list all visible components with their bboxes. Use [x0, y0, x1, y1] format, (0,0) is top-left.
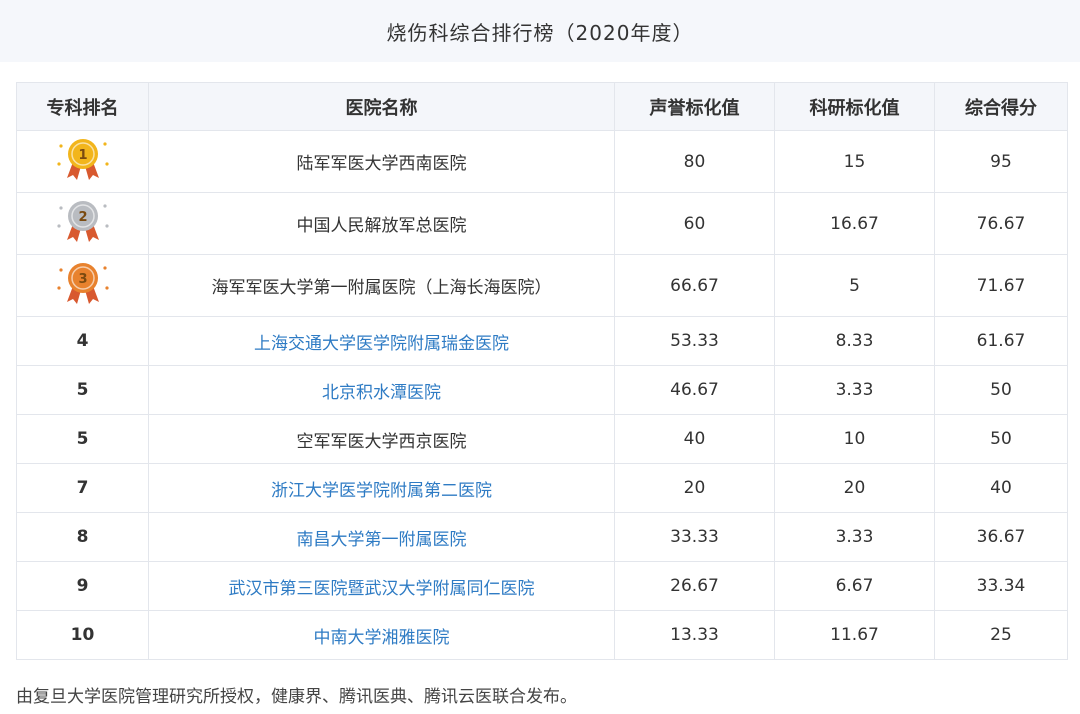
reputation-cell: 80 [614, 130, 775, 193]
table-row: 7 浙江大学医学院附属第二医院 20 20 40 [16, 463, 1068, 513]
hospital-name: 陆军军医大学西南医院 [296, 154, 467, 174]
hospital-name: 空军军医大学西京医院 [296, 431, 467, 452]
table-row: 10 中南大学湘雅医院 13.33 11.67 25 [16, 610, 1068, 660]
hospital-name-cell[interactable]: 武汉市第三医院暨武汉大学附属同仁医院 [148, 561, 615, 611]
hospital-link[interactable]: 中南大学湘雅医院 [314, 628, 450, 648]
header-research: 科研标化值 [774, 82, 935, 131]
rank-cell: 8 [16, 512, 149, 562]
score-cell: 50 [934, 365, 1068, 415]
ranking-table: 专科排名 医院名称 声誉标化值 科研标化值 综合得分 1 陆军军医大学西南医院 80… [16, 82, 1068, 660]
score-cell: 33.34 [934, 561, 1068, 611]
header-hospital: 医院名称 [148, 82, 615, 131]
rank-cell: 5 [16, 414, 149, 464]
table-row: 4 上海交通大学医学院附属瑞金医院 53.33 8.33 61.67 [16, 316, 1068, 366]
rank-number: 4 [76, 331, 89, 351]
score-cell: 50 [934, 414, 1068, 464]
score-cell: 25 [934, 610, 1068, 660]
page-title: 烧伤科综合排行榜（2020年度） [386, 20, 694, 45]
medal-rank-number: 3 [78, 272, 87, 287]
reputation-cell: 46.67 [614, 365, 775, 415]
rank-number: 8 [76, 527, 89, 547]
silver-medal-icon: 2 [51, 196, 115, 246]
rank-number: 10 [70, 625, 95, 645]
research-cell: 3.33 [774, 512, 935, 562]
research-cell: 15 [774, 130, 935, 193]
score-cell: 95 [934, 130, 1068, 193]
reputation-cell: 20 [614, 463, 775, 513]
header-reputation: 声誉标化值 [614, 82, 775, 131]
score-cell: 40 [934, 463, 1068, 513]
table-row: 5 空军军医大学西京医院 40 10 50 [16, 414, 1068, 464]
hospital-name-cell[interactable]: 中南大学湘雅医院 [148, 610, 615, 660]
reputation-cell: 33.33 [614, 512, 775, 562]
medal-rank-number: 1 [78, 148, 87, 163]
research-cell: 6.67 [774, 561, 935, 611]
rank-cell: 1 [16, 130, 149, 193]
hospital-name-cell: 中国人民解放军总医院 [148, 192, 615, 255]
gold-medal-icon: 1 [51, 134, 115, 184]
table-row: 9 武汉市第三医院暨武汉大学附属同仁医院 26.67 6.67 33.34 [16, 561, 1068, 611]
research-cell: 5 [774, 254, 935, 317]
hospital-name: 海军军医大学第一附属医院（上海长海医院） [211, 278, 552, 298]
score-cell: 76.67 [934, 192, 1068, 255]
score-cell: 61.67 [934, 316, 1068, 366]
hospital-link[interactable]: 浙江大学医学院附属第二医院 [271, 481, 492, 501]
hospital-name-cell: 陆军军医大学西南医院 [148, 130, 615, 193]
table-header-row: 专科排名 医院名称 声誉标化值 科研标化值 综合得分 [16, 82, 1068, 131]
hospital-name: 中国人民解放军总医院 [296, 216, 467, 236]
research-cell: 11.67 [774, 610, 935, 660]
rank-cell: 10 [16, 610, 149, 660]
rank-cell: 5 [16, 365, 149, 415]
reputation-cell: 60 [614, 192, 775, 255]
table-row: 8 南昌大学第一附属医院 33.33 3.33 36.67 [16, 512, 1068, 562]
reputation-cell: 13.33 [614, 610, 775, 660]
hospital-name-cell: 海军军医大学第一附属医院（上海长海医院） [148, 254, 615, 317]
score-cell: 36.67 [934, 512, 1068, 562]
hospital-link[interactable]: 上海交通大学医学院附属瑞金医院 [254, 334, 509, 354]
table-row: 3 海军军医大学第一附属医院（上海长海医院） 66.67 5 71.67 [16, 254, 1068, 317]
rank-cell: 3 [16, 254, 149, 317]
hospital-link[interactable]: 北京积水潭医院 [322, 383, 441, 403]
rank-number: 9 [76, 576, 89, 596]
hospital-name-cell[interactable]: 上海交通大学医学院附属瑞金医院 [148, 316, 615, 366]
rank-cell: 9 [16, 561, 149, 611]
reputation-cell: 66.67 [614, 254, 775, 317]
header-rank: 专科排名 [16, 82, 149, 131]
table-row: 2 中国人民解放军总医院 60 16.67 76.67 [16, 192, 1068, 255]
footnote: 由复旦大学医院管理研究所授权，健康界、腾讯医典、腾讯云医联合发布。 [16, 687, 577, 707]
rank-number: 5 [76, 380, 89, 400]
research-cell: 3.33 [774, 365, 935, 415]
research-cell: 10 [774, 414, 935, 464]
title-bar: 烧伤科综合排行榜（2020年度） [0, 0, 1080, 62]
research-cell: 16.67 [774, 192, 935, 255]
table-row: 5 北京积水潭医院 46.67 3.33 50 [16, 365, 1068, 415]
hospital-name-cell: 空军军医大学西京医院 [148, 414, 615, 464]
table-row: 1 陆军军医大学西南医院 80 15 95 [16, 130, 1068, 193]
rank-cell: 2 [16, 192, 149, 255]
rank-cell: 4 [16, 316, 149, 366]
hospital-link[interactable]: 武汉市第三医院暨武汉大学附属同仁医院 [229, 579, 535, 599]
reputation-cell: 40 [614, 414, 775, 464]
research-cell: 20 [774, 463, 935, 513]
rank-number: 7 [76, 478, 89, 498]
hospital-name-cell[interactable]: 浙江大学医学院附属第二医院 [148, 463, 615, 513]
hospital-name-cell[interactable]: 北京积水潭医院 [148, 365, 615, 415]
medal-rank-number: 2 [78, 210, 87, 225]
reputation-cell: 26.67 [614, 561, 775, 611]
header-score: 综合得分 [934, 82, 1068, 131]
hospital-link[interactable]: 南昌大学第一附属医院 [297, 530, 467, 550]
bronze-medal-icon: 3 [51, 258, 115, 308]
hospital-name-cell[interactable]: 南昌大学第一附属医院 [148, 512, 615, 562]
score-cell: 71.67 [934, 254, 1068, 317]
reputation-cell: 53.33 [614, 316, 775, 366]
research-cell: 8.33 [774, 316, 935, 366]
rank-number: 5 [76, 429, 89, 449]
rank-cell: 7 [16, 463, 149, 513]
